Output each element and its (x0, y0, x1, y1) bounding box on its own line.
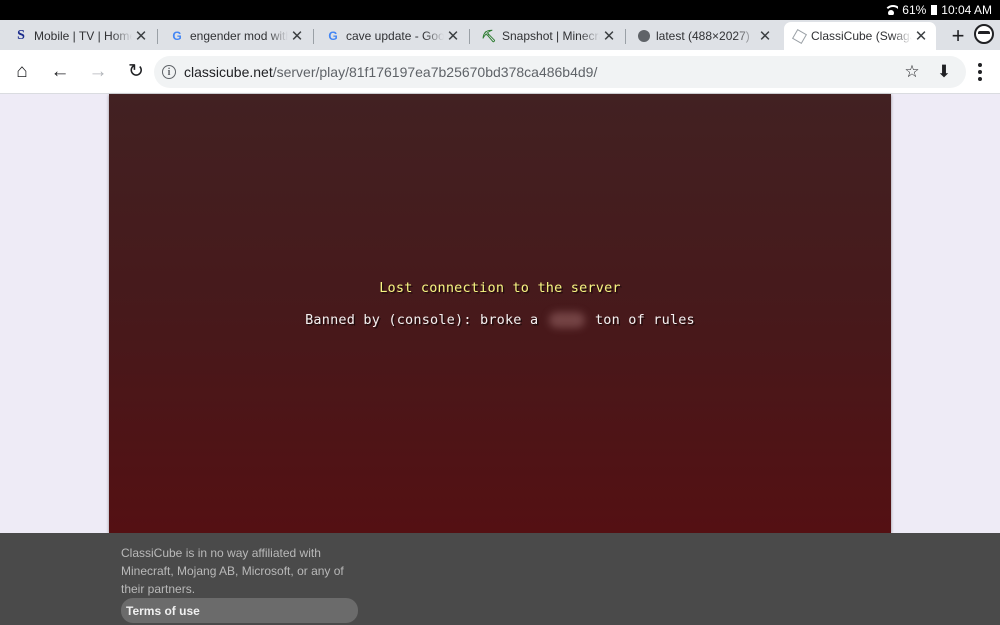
terms-of-use-link[interactable]: Terms of use (121, 598, 358, 623)
system-status-bar: 61% 10:04 AM (0, 0, 1000, 20)
close-icon[interactable]: ✕ (444, 27, 462, 45)
google-g-icon: G (328, 29, 338, 43)
new-tab-button[interactable]: + (940, 22, 976, 50)
browser-toolbar: ⌂ ← → ↻ i classicube.net/server/play/81f… (0, 50, 1000, 94)
disconnect-title: Lost connection to the server (379, 280, 621, 296)
close-icon[interactable]: ✕ (756, 27, 774, 45)
samsung-s-icon: S (17, 28, 25, 43)
battery-level: 61% (902, 3, 927, 17)
home-button[interactable]: ⌂ (3, 53, 41, 91)
close-icon[interactable]: ✕ (132, 27, 150, 45)
tab-engender-search[interactable]: G engender mod without ✕ (157, 22, 312, 50)
url-path: /server/play/81f176197ea7b25670bd378ca48… (272, 64, 598, 80)
url-host: classicube.net (184, 64, 273, 80)
globe-icon (638, 30, 650, 42)
back-button[interactable]: ← (41, 53, 79, 91)
reload-button[interactable]: ↻ (117, 53, 155, 91)
wifi-icon (884, 5, 899, 15)
more-menu-icon[interactable] (968, 60, 992, 84)
pickaxe-icon: ⛏ (481, 29, 497, 43)
close-icon[interactable]: ✕ (912, 27, 930, 45)
incognito-icon[interactable] (974, 24, 994, 44)
tab-title: engender mod without (190, 29, 288, 43)
bookmark-star-icon[interactable]: ☆ (900, 60, 924, 84)
page-footer: ClassiCube is in no way affiliated with … (0, 533, 1000, 625)
disconnect-reason: Banned by (console): broke a ton of rule… (109, 312, 891, 328)
close-icon[interactable]: ✕ (288, 27, 306, 45)
address-bar[interactable]: i classicube.net/server/play/81f176197ea… (154, 56, 966, 88)
battery-icon (931, 5, 938, 15)
info-icon[interactable]: i (162, 65, 176, 79)
close-icon[interactable]: ✕ (600, 27, 618, 45)
tab-snapshot-minecraft[interactable]: ⛏ Snapshot | Minecraft ✕ (469, 22, 624, 50)
omnibox-actions: ☆ ⬇ (900, 56, 956, 88)
tab-classicube[interactable]: ClassiCube (SwagJar ✕ (784, 22, 936, 50)
tab-title: cave update - Google (346, 29, 444, 43)
tab-title: latest (488×2027) (656, 29, 750, 43)
tab-latest-image[interactable]: latest (488×2027) ✕ (625, 22, 780, 50)
affiliation-disclaimer: ClassiCube is in no way affiliated with … (121, 546, 344, 596)
tab-samsung[interactable]: S Mobile | TV | Home Electronics ✕ (4, 22, 156, 50)
game-canvas[interactable]: Lost connection to the server Banned by … (109, 94, 891, 533)
download-icon[interactable]: ⬇ (932, 60, 956, 84)
google-g-icon: G (172, 29, 182, 43)
tab-title: Mobile | TV | Home Electronics (34, 29, 132, 43)
tab-title: Snapshot | Minecraft (502, 29, 600, 43)
tab-strip: S Mobile | TV | Home Electronics ✕ G eng… (0, 20, 1000, 50)
tab-cave-update-search[interactable]: G cave update - Google ✕ (313, 22, 468, 50)
censored-word (548, 312, 585, 328)
forward-button[interactable]: → (79, 53, 117, 91)
cube-icon (791, 28, 808, 44)
clock: 10:04 AM (941, 3, 992, 17)
reason-text-start: Banned by (console): broke a (305, 312, 539, 328)
tab-title: ClassiCube (SwagJar (811, 29, 912, 43)
reason-text-end: ton of rules (594, 312, 695, 328)
